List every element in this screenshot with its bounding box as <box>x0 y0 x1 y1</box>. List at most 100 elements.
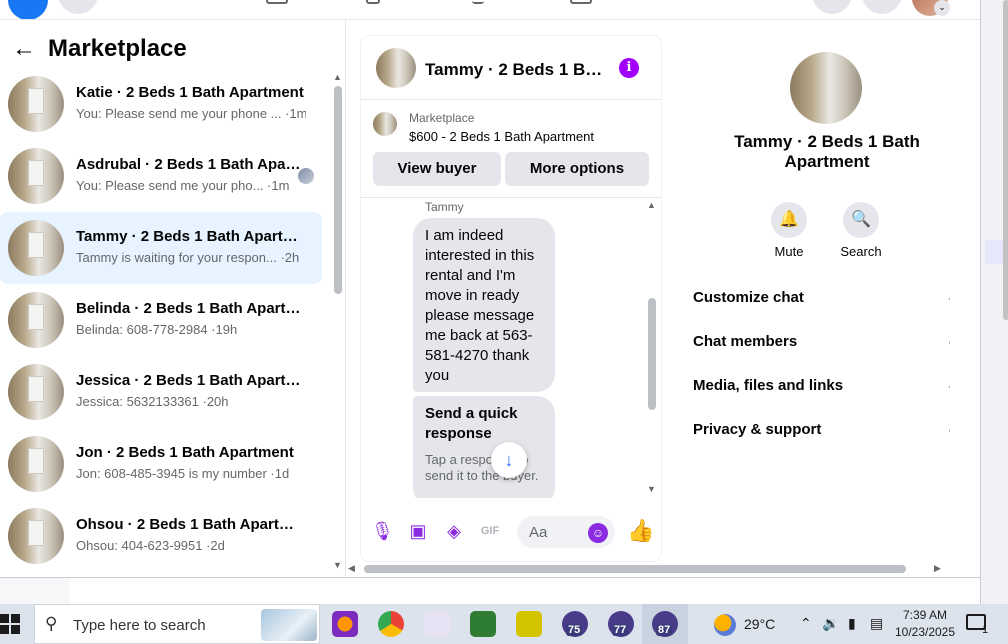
account-menu-caret-icon[interactable]: ⌄ <box>934 0 950 16</box>
horizontal-scrollbar[interactable]: ◀ ▶ <box>346 562 946 576</box>
gif-icon[interactable]: GIF <box>479 520 501 542</box>
photo-icon[interactable]: ▣ <box>407 520 429 542</box>
paint-app-icon[interactable] <box>424 611 450 637</box>
microphone-icon[interactable]: 🎙 <box>371 520 394 542</box>
seen-avatar <box>298 168 314 184</box>
scroll-up-arrow-icon[interactable]: ▲ <box>647 200 656 210</box>
window-bottom-strip <box>0 577 980 605</box>
scroll-down-arrow-icon[interactable]: ▼ <box>647 484 656 494</box>
chevron-down-icon: ⌄ <box>947 420 950 440</box>
mute-label: Mute <box>774 244 804 259</box>
volume-icon[interactable]: 🔉 <box>822 615 839 632</box>
info-icon[interactable]: i <box>619 58 639 78</box>
menu-item-label: Media, files and links <box>693 377 844 394</box>
conversation-item-katie[interactable]: Katie · 2 Beds 1 Bath Apartment You: Ple… <box>0 68 322 140</box>
network-icon[interactable]: ▤ <box>870 615 883 632</box>
page-scrollbar-thumb[interactable] <box>1003 0 1008 320</box>
scroll-right-arrow-icon[interactable]: ▶ <box>934 563 941 574</box>
search-button[interactable]: 🔍 Search <box>831 202 891 259</box>
notification-count: 1 <box>982 624 989 636</box>
listing-thumbnail <box>8 76 64 132</box>
conversation-name: Jessica · 2 Beds 1 Bath Apartment <box>76 372 304 389</box>
conversation-snippet: You: Please send me your pho... ·1m <box>76 178 290 193</box>
spreadsheet-app-icon[interactable] <box>470 611 496 637</box>
listing-thumbnail <box>8 364 64 420</box>
scroll-down-arrow-icon[interactable]: ▼ <box>333 560 342 570</box>
chrome-icon[interactable] <box>378 611 404 637</box>
battery-icon[interactable]: ▮ <box>848 615 856 632</box>
listing-thumbnail <box>8 220 64 276</box>
menu-item-label: Chat members <box>693 333 798 350</box>
listing-banner: Marketplace $600 - 2 Beds 1 Bath Apartme… <box>361 100 661 198</box>
chat-info-panel: Tammy · 2 Beds 1 Bath Apartment 🔔 Mute 🔍… <box>677 36 950 561</box>
more-options-button[interactable]: More options <box>505 152 649 186</box>
thumbs-up-icon[interactable]: 👍 <box>627 518 654 544</box>
app-badge: 87 <box>656 624 673 636</box>
listing-thumbnail <box>8 148 64 204</box>
menu-item-chat-members[interactable]: Chat members ⌄ <box>693 332 950 352</box>
scroll-to-bottom-arrow-icon[interactable]: ↓ <box>491 442 527 478</box>
chevron-down-icon: ⌄ <box>947 376 950 396</box>
quick-response-title: Send a quick response <box>425 405 518 442</box>
conversation-list-scrollbar[interactable]: ▲ ▼ <box>332 72 344 572</box>
chat-title[interactable]: Tammy · 2 Beds 1 Bath Apartment <box>425 60 605 80</box>
chevron-up-icon[interactable]: ⌃ <box>800 615 812 632</box>
weather-temperature[interactable]: 29°C <box>744 616 775 632</box>
windows-start-icon[interactable] <box>0 614 20 634</box>
message-scrollbar[interactable]: ▲ ▼ <box>647 200 657 496</box>
listing-item[interactable]: $600 - 2 Beds 1 Bath Apartment <box>409 129 594 144</box>
conversation-item-belinda[interactable]: Belinda · 2 Beds 1 Bath Apartment Belind… <box>0 284 322 356</box>
scrollbar-thumb[interactable] <box>648 298 656 410</box>
search-highlight-image <box>261 609 317 641</box>
menu-item-customize-chat[interactable]: Customize chat ⌄ <box>693 288 950 308</box>
scroll-left-arrow-icon[interactable]: ◀ <box>348 563 355 574</box>
background-block <box>0 578 70 605</box>
conversation-list: Katie · 2 Beds 1 Bath Apartment You: Ple… <box>0 68 326 572</box>
emoji-icon[interactable]: ☺ <box>588 523 608 543</box>
clock[interactable]: 7:39 AM 10/23/2025 <box>890 607 960 641</box>
nav-tab-marketplace-icon[interactable] <box>472 0 484 4</box>
scroll-up-arrow-icon[interactable]: ▲ <box>333 72 342 82</box>
scrollbar-thumb[interactable] <box>334 86 342 294</box>
facebook-logo-icon[interactable] <box>8 0 48 19</box>
terminal-app-icon[interactable] <box>516 611 542 637</box>
menu-item-media-files-links[interactable]: Media, files and links ⌄ <box>693 376 950 396</box>
sticker-icon[interactable]: ◈ <box>443 520 465 542</box>
messenger-button[interactable] <box>862 0 902 14</box>
conversation-item-jessica[interactable]: Jessica · 2 Beds 1 Bath Apartment Jessic… <box>0 356 322 428</box>
apps-menu-button[interactable] <box>812 0 852 14</box>
listing-thumbnail <box>8 508 64 564</box>
mute-button[interactable]: 🔔 Mute <box>759 202 819 259</box>
marketplace-header: ← Marketplace <box>12 34 187 64</box>
bell-icon: 🔔 <box>771 202 807 238</box>
menu-circle-button[interactable] <box>58 0 98 14</box>
listing-avatar <box>373 112 397 136</box>
firefox-icon[interactable] <box>332 611 358 637</box>
message-composer: 🎙 ▣ ◈ GIF ☺ 👍 <box>361 512 661 552</box>
view-buyer-button[interactable]: View buyer <box>373 152 501 186</box>
quick-response-card[interactable]: Send a quick response Tap a response to … <box>413 396 555 498</box>
clock-time: 7:39 AM <box>902 608 948 622</box>
nav-tab-video-icon[interactable] <box>366 0 380 4</box>
menu-item-privacy-support[interactable]: Privacy & support ⌄ <box>693 420 950 440</box>
conversation-item-jon[interactable]: Jon · 2 Beds 1 Bath Apartment Jon: 608-4… <box>0 428 322 500</box>
conversation-item-asdrubal[interactable]: Asdrubal · 2 Beds 1 Bath Apartment You: … <box>0 140 322 212</box>
chat-window: Tammy · 2 Beds 1 Bath Apartment i Market… <box>361 36 661 561</box>
back-arrow-icon[interactable]: ← <box>12 37 36 61</box>
search-icon: ⚲ <box>45 614 58 633</box>
conversation-item-tammy[interactable]: Tammy · 2 Beds 1 Bath Apartment Tammy is… <box>0 212 322 284</box>
windows-taskbar: ⚲ Type here to search 75 77 87 29°C ⌃ 🔉 … <box>0 604 1008 644</box>
weather-icon[interactable] <box>714 614 736 636</box>
profile-avatar[interactable] <box>790 52 862 124</box>
scrollbar-thumb[interactable] <box>364 565 906 573</box>
message-sender: Tammy <box>425 200 464 214</box>
menu-item-label: Privacy & support <box>693 421 822 438</box>
conversation-name: Ohsou · 2 Beds 1 Bath Apartment <box>76 516 304 533</box>
conversation-item-ohsou[interactable]: Ohsou · 2 Beds 1 Bath Apartment Ohsou: 4… <box>0 500 322 572</box>
top-navigation-bar: ⌄ <box>0 0 980 20</box>
chat-avatar[interactable] <box>376 48 416 88</box>
nav-tab-groups-icon[interactable] <box>570 0 592 4</box>
nav-tab-home-icon[interactable] <box>266 0 288 4</box>
taskbar-search-box[interactable]: ⚲ Type here to search <box>34 604 320 644</box>
page-title: Marketplace <box>48 35 187 62</box>
